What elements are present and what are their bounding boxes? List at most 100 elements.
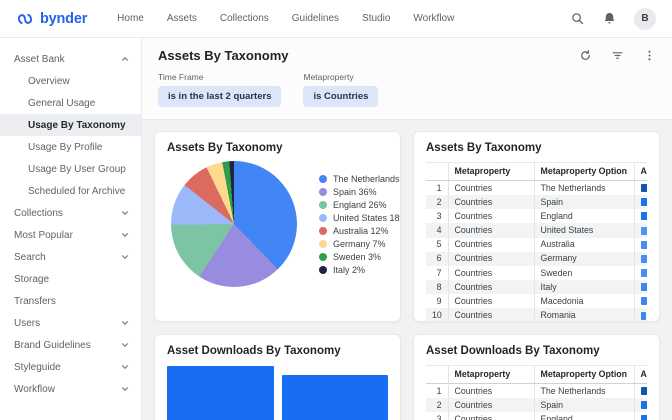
topnav-item-workflow[interactable]: Workflow: [413, 13, 454, 24]
assets-cell: 1,991: [633, 412, 647, 420]
metaproperty-option-cell: England: [533, 209, 634, 224]
metaproperty-option-cell: Macedonia: [533, 294, 634, 309]
assets-cell: 1,584: [633, 383, 647, 399]
filter-icon[interactable]: [611, 49, 624, 62]
search-icon[interactable]: [570, 11, 585, 26]
metaproperty-cell: Countries: [447, 412, 534, 420]
sidebar-item-label: Overview: [28, 75, 70, 87]
legend-item-united-states: United States 18%: [319, 213, 400, 223]
sidebar-item-styleguide[interactable]: Styleguide: [0, 356, 141, 378]
row-index: 6: [436, 253, 442, 264]
sidebar-item-users[interactable]: Users: [0, 312, 141, 334]
assets-table: MetapropertyMetaproperty OptionAssets1Co…: [426, 162, 647, 321]
table-row: 3 CountriesEngland1,991: [426, 209, 647, 224]
topnav-item-assets[interactable]: Assets: [167, 13, 197, 24]
downloads-table: MetapropertyMetaproperty OptionAssets 1 Co…: [426, 365, 647, 420]
legend-label: Italy 2%: [333, 264, 366, 275]
sidebar-item-brand-guidelines[interactable]: Brand Guidelines: [0, 334, 141, 356]
legend-dot: [319, 174, 327, 183]
sidebar-item-search[interactable]: Search: [0, 246, 141, 268]
filter-label: Metaproperty: [303, 72, 354, 82]
assets-bar: [640, 198, 647, 207]
column-header: Metaproperty Option: [533, 365, 634, 384]
table-row: 7 CountriesSweden1,156: [426, 265, 647, 281]
sidebar-item-label: Most Popular: [14, 229, 73, 241]
pie-chart: [171, 161, 297, 287]
row-index: 10: [432, 309, 442, 320]
sidebar-item-most-popular[interactable]: Most Popular: [0, 224, 141, 246]
metaproperty-cell: Countries: [447, 280, 534, 295]
sidebar-item-label: Brand Guidelines: [14, 339, 91, 351]
topnav-item-home[interactable]: Home: [117, 13, 144, 24]
filter-chip-time-frame[interactable]: is in the last 2 quarters: [158, 86, 282, 107]
bynder-heart-icon: [17, 13, 33, 24]
sidebar-item-label: Transfers: [14, 295, 56, 307]
topnav-item-studio[interactable]: Studio: [362, 13, 390, 24]
column-header: Metaproperty Option: [533, 162, 634, 181]
filter-chip-metaproperty[interactable]: is Countries: [303, 86, 379, 107]
metaproperty-option-cell: Romania: [533, 308, 634, 321]
table-row: 10 CountriesRomania844: [426, 308, 647, 321]
table-row: 2 CountriesSpain1,296: [426, 195, 647, 210]
legend-item-australia: Australia 12%: [319, 226, 400, 236]
table-row: 4 CountriesUnited States1,540: [426, 223, 647, 238]
card-title: Asset Downloads By Taxonomy: [167, 345, 341, 357]
sidebar-item-label: General Usage: [28, 97, 96, 109]
card-title: Asset Downloads By Taxonomy: [426, 345, 600, 357]
legend-item-sweden: Sweden 3%: [319, 252, 400, 262]
kebab-menu-icon[interactable]: [643, 49, 656, 62]
bynder-logo[interactable]: bynder: [16, 10, 87, 28]
dashboard-grid: Assets By Taxonomy The Netherlands 63% Sp…: [142, 120, 672, 420]
row-index: 4: [436, 225, 442, 236]
sidebar-item-label: Search: [14, 251, 46, 263]
assets-cell: 1,584: [633, 180, 647, 196]
sidebar-item-workflow[interactable]: Workflow: [0, 378, 141, 400]
refresh-icon[interactable]: [579, 49, 592, 62]
sidebar-item-label: Usage By User Group: [28, 163, 126, 175]
topnav-item-collections[interactable]: Collections: [220, 13, 269, 24]
assets-cell: 1,156: [633, 265, 647, 281]
column-header: Metaproperty: [447, 162, 534, 181]
metaproperty-cell: Countries: [447, 180, 534, 196]
assets-cell: 976: [633, 280, 647, 295]
topnav-item-guidelines[interactable]: Guidelines: [292, 13, 339, 24]
sidebar-item-general-usage[interactable]: General Usage: [0, 92, 141, 114]
sidebar-item-usage-by-taxonomy[interactable]: Usage By Taxonomy: [0, 114, 141, 136]
assets-bar: [640, 254, 647, 263]
column-header: Assets: [633, 365, 647, 384]
legend-item-spain: Spain 36%: [319, 187, 400, 197]
table-row: 2 CountriesSpain1,296: [426, 398, 647, 413]
metaproperty-cell: Countries: [447, 209, 534, 224]
row-index: 2: [436, 399, 442, 410]
assets-bar: [640, 387, 647, 396]
assets-cell: 1,255: [633, 251, 647, 266]
row-index: 3: [436, 413, 442, 420]
filter-label: Time Frame: [158, 72, 204, 82]
table-row: 9 CountriesMacedonia921: [426, 294, 647, 309]
sidebar-item-usage-by-user-group[interactable]: Usage By User Group: [0, 158, 141, 180]
row-index: 1: [436, 385, 442, 396]
row-index: 9: [436, 295, 442, 306]
chevron-down-icon: [121, 231, 129, 239]
sidebar-item-overview[interactable]: Overview: [0, 70, 141, 92]
table-row: 5 CountriesAustralia1,326: [426, 237, 647, 252]
assets-bar: [640, 212, 647, 221]
topnav-menu: Home Assets Collections Guidelines Studio Wor…: [117, 13, 570, 24]
sidebar-item-label: Usage By Profile: [28, 141, 103, 153]
sidebar-item-transfers[interactable]: Transfers: [0, 290, 141, 312]
top-navigation-bar: bynder Home Assets Collections Guidelines St…: [0, 0, 672, 38]
assets-cell: 921: [633, 294, 647, 309]
metaproperty-option-cell: Italy: [533, 280, 634, 295]
column-header: Metaproperty: [447, 365, 534, 384]
assets-bar: [640, 401, 647, 410]
bell-icon[interactable]: [602, 11, 617, 26]
sidebar-item-usage-by-profile[interactable]: Usage By Profile: [0, 136, 141, 158]
user-avatar[interactable]: B: [634, 7, 656, 30]
sidebar-item-scheduled-for-archive[interactable]: Scheduled for Archive: [0, 180, 141, 202]
sidebar-item-storage[interactable]: Storage: [0, 268, 141, 290]
assets-cell: 1,540: [633, 223, 647, 238]
sidebar-item-collections[interactable]: Collections: [0, 202, 141, 224]
metaproperty-cell: Countries: [447, 294, 534, 309]
page-actions: [579, 49, 656, 62]
sidebar-item-asset-bank[interactable]: Asset Bank: [0, 48, 141, 70]
